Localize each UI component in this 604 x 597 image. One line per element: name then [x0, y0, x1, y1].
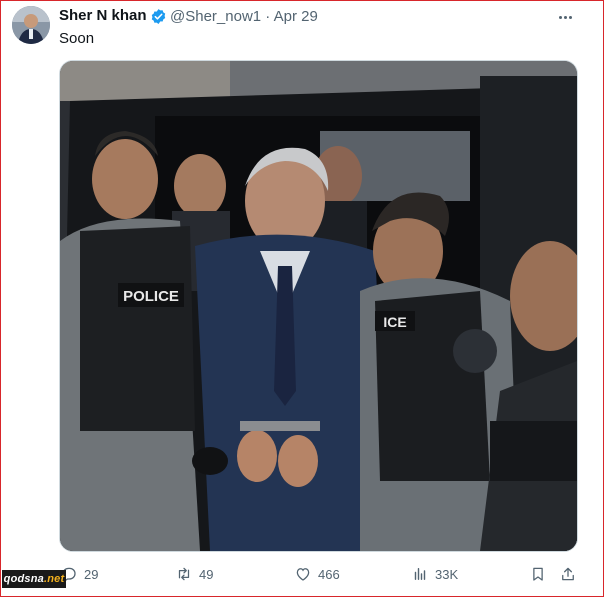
watermark-tld: .net — [43, 573, 65, 585]
meta-separator: · — [265, 8, 271, 25]
vest-label-right: ICE — [383, 314, 406, 330]
repost-count: 49 — [199, 566, 214, 582]
views-icon — [414, 568, 426, 580]
media-image: POLICE ICE — [60, 61, 577, 551]
author-handle[interactable]: @Sher_now1 — [170, 8, 261, 25]
reply-count: 29 — [84, 566, 99, 582]
tweet-date[interactable]: Apr 29 — [274, 8, 318, 25]
tweet: Sher N khan @Sher_now1 · Apr 29 Soon POL… — [0, 0, 604, 597]
avatar[interactable] — [12, 6, 50, 44]
vest-label-left: POLICE — [123, 288, 179, 305]
bookmark-button[interactable] — [529, 565, 547, 583]
tweet-media[interactable]: POLICE ICE — [59, 60, 578, 552]
site-watermark: qodsna .net — [2, 570, 66, 588]
repost-button[interactable]: 49 — [175, 565, 213, 583]
bookmark-icon — [533, 567, 543, 581]
views-button[interactable]: 33K — [411, 565, 458, 583]
verified-icon — [151, 9, 166, 24]
watermark-site: qodsna — [3, 573, 44, 585]
share-button[interactable] — [559, 565, 577, 583]
like-icon — [296, 568, 310, 581]
like-button[interactable]: 466 — [294, 565, 340, 583]
like-count: 466 — [318, 566, 340, 582]
author-meta: @Sher_now1 · Apr 29 — [170, 8, 318, 25]
tweet-text: Soon — [59, 30, 95, 47]
views-count: 33K — [435, 566, 459, 582]
avatar-image — [12, 6, 50, 44]
more-icon[interactable] — [559, 9, 577, 25]
action-bar: 29 49 466 33K — [0, 560, 604, 588]
repost-icon — [178, 567, 190, 581]
author-name[interactable]: Sher N khan — [59, 7, 147, 24]
share-icon — [562, 567, 574, 581]
